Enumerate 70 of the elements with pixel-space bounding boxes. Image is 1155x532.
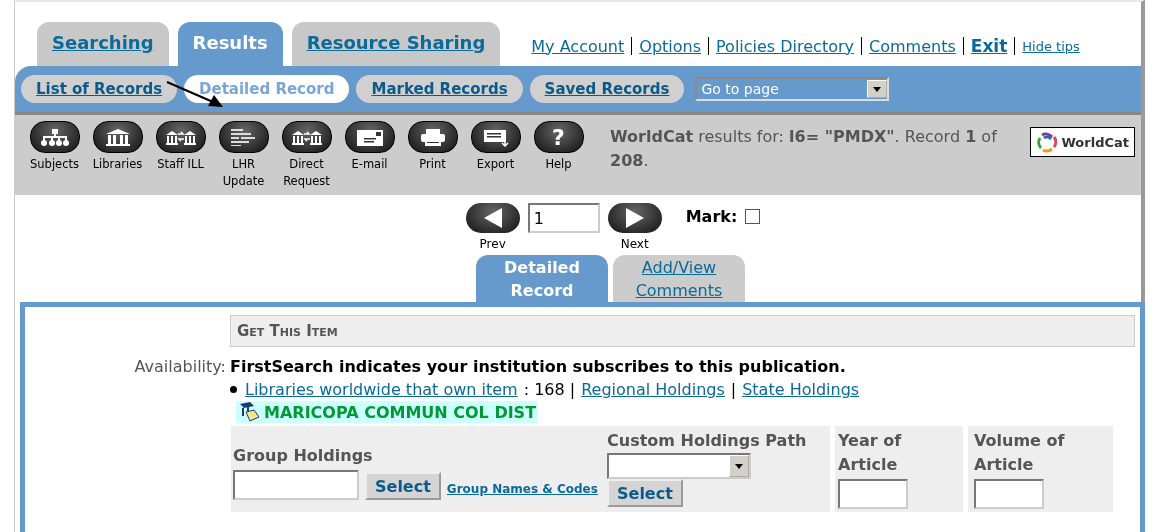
toolbar-button[interactable]: ? (533, 121, 584, 153)
mark-checkbox[interactable] (745, 209, 761, 224)
prev-label: Prev (479, 237, 506, 251)
volume-label: Volume of Article (974, 430, 1066, 476)
worldcat-logo: WorldCat (1030, 127, 1135, 157)
toolbar-label: Subjects (29, 156, 80, 173)
envelope-icon (354, 127, 385, 147)
bullet-icon (230, 386, 237, 393)
year-label: Year of Article (838, 430, 903, 476)
group-holdings-field[interactable] (233, 470, 359, 500)
toolbar-label: Help (544, 156, 573, 173)
custom-holdings-dropdown[interactable] (607, 453, 751, 479)
holdings-text: | (730, 380, 737, 399)
right-triangle-icon (623, 208, 646, 228)
toolbar-button[interactable] (281, 121, 332, 153)
custom-holdings-label: Custom Holdings Path (607, 430, 808, 452)
availability-label: Availability: (133, 357, 227, 378)
caret-icon (735, 463, 743, 469)
toolbar-button[interactable] (407, 121, 458, 153)
year-field[interactable] (838, 479, 908, 509)
toolbar-button[interactable] (470, 121, 521, 153)
caret-icon (873, 86, 882, 92)
header-link[interactable]: Hide tips (1022, 38, 1080, 54)
group-holdings-label: Group Holdings (233, 445, 374, 467)
header-link[interactable]: Options (639, 36, 701, 56)
group-names-link[interactable]: Group Names & Codes (446, 482, 598, 496)
toolbar-button[interactable] (155, 121, 206, 153)
org-chart-icon (39, 127, 70, 147)
next-label: Next (620, 237, 649, 251)
sub-tab[interactable]: List of Records (21, 75, 178, 103)
page-number-field[interactable]: 1 (527, 203, 600, 233)
record-tab[interactable]: Detailed Record (476, 255, 608, 302)
header-link[interactable]: Comments (869, 36, 956, 56)
institution-label: MARICOPA COMMUN COL DIST (236, 401, 539, 423)
toolbar-label: Direct Request (282, 156, 331, 190)
go-to-page-dropdown[interactable]: Go to page (695, 77, 890, 101)
toolbar-button[interactable] (29, 121, 80, 153)
main-tab[interactable]: Resource Sharing (291, 22, 501, 66)
library-book-icon (238, 402, 260, 422)
main-tab[interactable]: Searching (37, 22, 169, 66)
toolbar-label: E-mail (350, 156, 389, 173)
toolbar-button[interactable] (218, 121, 269, 153)
next-button[interactable] (607, 203, 662, 233)
select-button[interactable]: Select (365, 472, 441, 500)
holdings-link[interactable]: Regional Holdings (581, 380, 725, 399)
toolbar-label: Libraries (91, 156, 144, 173)
holdings-link[interactable]: Libraries worldwide that own item (245, 380, 518, 399)
section-header: Get This Item (230, 315, 1135, 347)
record-tab[interactable]: Add/View Comments (613, 255, 745, 302)
sub-tab[interactable]: Marked Records (356, 75, 523, 103)
toolbar-label: Export (475, 156, 516, 173)
availability-message: FirstSearch indicates your institution subscribes to this publication. (230, 357, 847, 376)
holdings-link[interactable]: State Holdings (742, 380, 860, 399)
volume-field[interactable] (974, 479, 1044, 509)
header-link[interactable]: Policies Directory (716, 36, 855, 56)
header-link[interactable]: Exit (970, 36, 1008, 56)
toolbar-label: Staff ILL (156, 156, 205, 173)
toolbar-label: Print (418, 156, 447, 173)
toolbar-button[interactable] (92, 121, 143, 153)
toolbar-label: LHR Update (221, 156, 266, 190)
header-link[interactable]: My Account (531, 36, 625, 56)
select-button[interactable]: Select (607, 479, 683, 507)
previous-button[interactable] (465, 203, 520, 233)
toolbar-button[interactable] (344, 121, 395, 153)
swirl-icon (1036, 131, 1059, 153)
main-tab[interactable]: Results (177, 22, 283, 66)
mark-label: Mark: (685, 207, 738, 226)
sub-tab[interactable]: Saved Records (529, 75, 685, 103)
results-summary: WorldCat results for: l6= "PMDX". Record 1 of 208. (610, 126, 999, 172)
holdings-text: : 168 | (523, 380, 576, 399)
